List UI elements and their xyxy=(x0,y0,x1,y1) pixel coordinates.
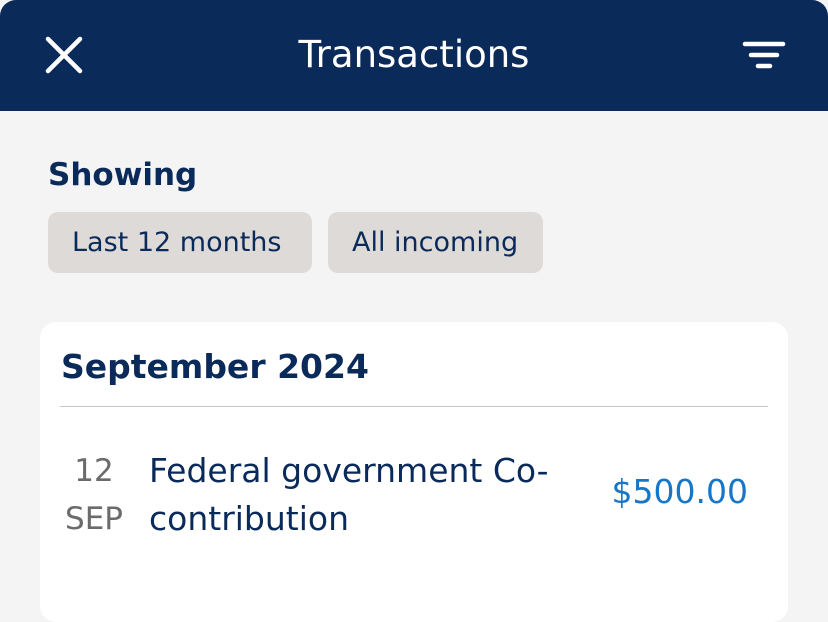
filter-chip-period[interactable]: Last 12 months xyxy=(48,212,312,273)
page-title: Transactions xyxy=(298,33,530,76)
transaction-description: Federal government Co-contribution xyxy=(149,451,549,538)
divider xyxy=(60,406,768,407)
filter-button[interactable] xyxy=(738,31,790,79)
transaction-day: 12 xyxy=(74,453,114,489)
filter-chip-direction[interactable]: All incoming xyxy=(328,212,543,273)
transaction-month: SEP xyxy=(65,501,123,537)
transaction-date: 12 SEP xyxy=(54,447,134,543)
showing-label: Showing xyxy=(48,157,198,193)
month-heading: September 2024 xyxy=(61,347,369,386)
transactions-card: September 2024 12 SEP Federal government… xyxy=(40,322,788,622)
top-bar: Transactions xyxy=(0,0,828,111)
filter-icon xyxy=(742,41,786,69)
transaction-row[interactable]: 12 SEP Federal government Co-contributio… xyxy=(40,442,788,542)
transaction-amount: $500.00 xyxy=(611,472,748,511)
